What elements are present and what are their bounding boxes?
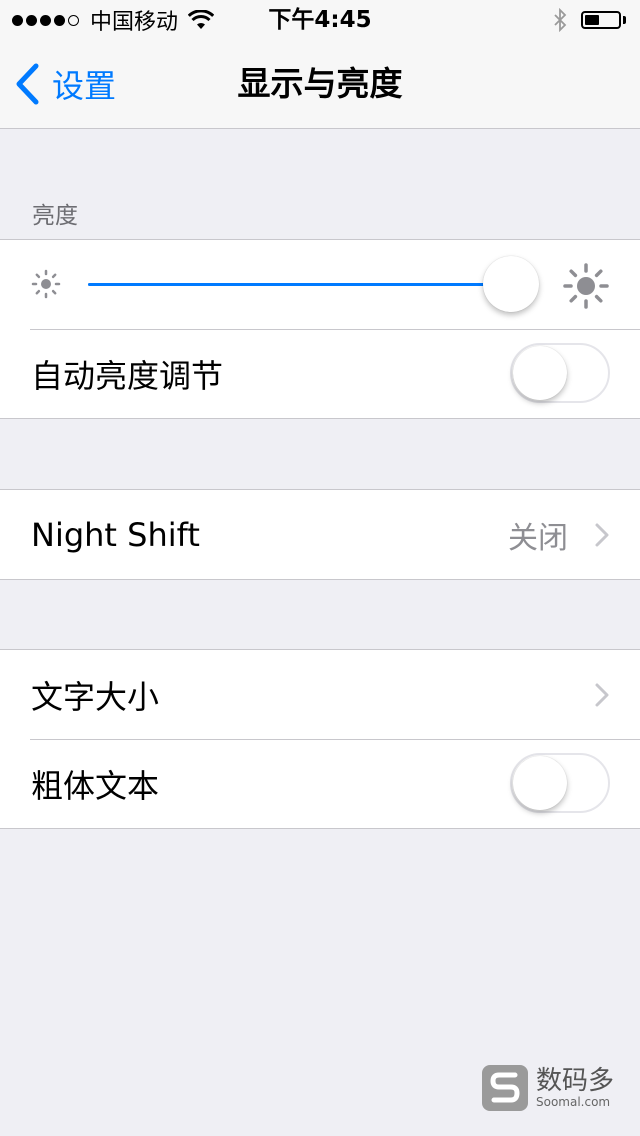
status-right bbox=[553, 6, 626, 34]
brightness-high-icon bbox=[563, 263, 609, 309]
battery-icon bbox=[581, 11, 621, 29]
toggle-knob bbox=[513, 346, 567, 400]
brightness-slider-fill bbox=[88, 283, 511, 286]
battery-level bbox=[585, 15, 600, 25]
toggle-knob bbox=[513, 756, 567, 810]
night-shift-group: Night Shift 关闭 bbox=[0, 489, 640, 580]
auto-brightness-label: 自动亮度调节 bbox=[31, 356, 224, 395]
page-title: 显示与亮度 bbox=[237, 64, 403, 103]
chevron-right-icon bbox=[595, 523, 609, 546]
battery-tip bbox=[623, 16, 626, 24]
bold-text-toggle[interactable] bbox=[510, 753, 610, 813]
brightness-low-icon bbox=[31, 269, 61, 299]
watermark-text: 数码多 Soomal.com bbox=[536, 1067, 614, 1109]
brightness-slider-row bbox=[0, 240, 640, 329]
text-group: 文字大小 粗体文本 bbox=[0, 649, 640, 829]
text-size-label: 文字大小 bbox=[31, 677, 160, 716]
brightness-slider-thumb[interactable] bbox=[483, 256, 539, 312]
navigation-bar: 设置 显示与亮度 bbox=[0, 40, 640, 129]
chevron-right-icon bbox=[595, 683, 609, 706]
text-size-row[interactable]: 文字大小 bbox=[0, 650, 640, 739]
watermark-title: 数码多 bbox=[536, 1066, 615, 1096]
auto-brightness-row: 自动亮度调节 bbox=[0, 329, 640, 418]
status-time: 下午4:45 bbox=[268, 7, 372, 33]
night-shift-row[interactable]: Night Shift 关闭 bbox=[0, 490, 640, 579]
status-bar: 中国移动 下午4:45 bbox=[0, 0, 640, 40]
watermark-subtitle: Soomal.com bbox=[536, 1095, 611, 1109]
soomal-logo-icon bbox=[482, 1065, 528, 1111]
night-shift-value: 关闭 bbox=[508, 520, 568, 556]
night-shift-label: Night Shift bbox=[31, 515, 200, 554]
brightness-group: 自动亮度调节 bbox=[0, 239, 640, 419]
section-header-brightness: 亮度 bbox=[32, 203, 78, 229]
brightness-slider[interactable] bbox=[88, 256, 539, 312]
auto-brightness-toggle[interactable] bbox=[510, 343, 610, 403]
bold-text-label: 粗体文本 bbox=[31, 766, 160, 805]
watermark: 数码多 Soomal.com bbox=[482, 1062, 614, 1114]
bold-text-row: 粗体文本 bbox=[0, 739, 640, 828]
bluetooth-icon bbox=[554, 8, 567, 32]
